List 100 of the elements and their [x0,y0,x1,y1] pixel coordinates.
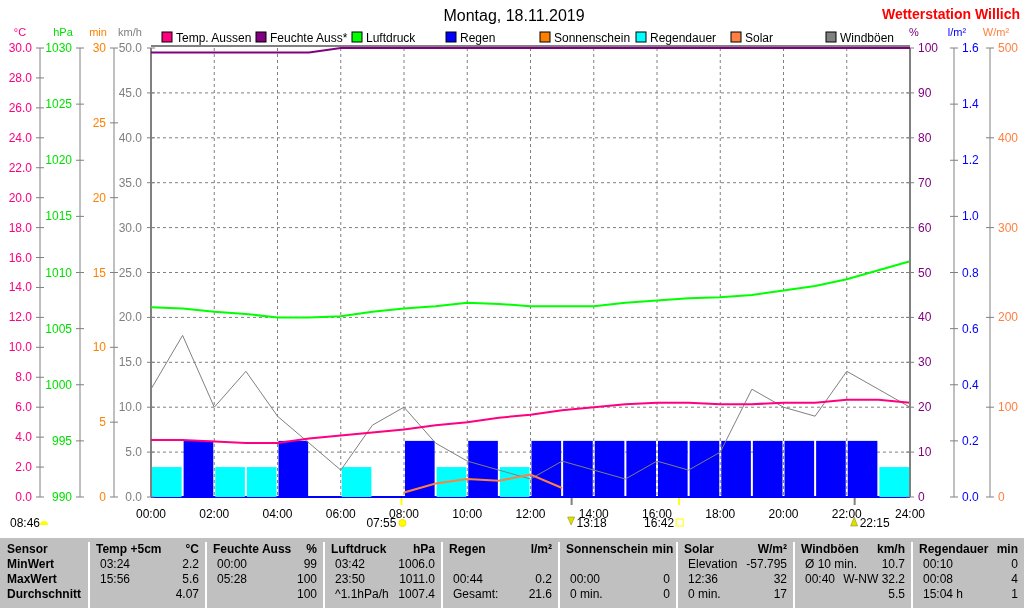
table-cell-text: 00:44 [452,572,484,587]
legend-label: Luftdruck [366,31,416,45]
tick-label: 1010 [45,265,72,280]
legend-label: Windböen [840,31,895,45]
table-cell-text: 0 min. [687,587,721,602]
table-cell-text: ^1.1hPa/h [334,587,389,602]
table-cell-text: 00:40 [804,572,836,587]
tick-label: 26.0 [8,100,32,115]
table-cell: 21.6 [528,587,552,602]
column-header: Regen [449,542,486,557]
table-cell-text: 23:50 [334,572,366,587]
tick-label: 200 [998,310,1019,325]
table-cell: 1 [1011,587,1018,602]
table-cell: 32 [773,572,787,587]
tick-label: 0.4 [962,377,979,392]
column-unit: min [652,542,674,557]
table-cell: 1011.0 [399,572,435,587]
table-cell: 0 [663,587,670,602]
tick-label: 990 [51,490,72,504]
tick-label: 100 [998,400,1019,415]
tick-label: 0.8 [962,265,979,280]
table-cell-text: Gesamt: [452,587,499,602]
tick-label: 25.0 [118,265,142,280]
tick-label: 500 [998,41,1019,55]
column-header: Solar [684,542,714,557]
table-cell-text: 12:36 [687,572,719,587]
tick-label: 18.0 [8,220,32,235]
tick-label: 100 [918,41,939,55]
legend-label: Solar [745,31,773,45]
axis-unit: min [89,26,107,38]
table-cell-text: 00:08 [922,572,954,587]
column-header: Windböen [801,542,859,557]
time-label: 18:00 [705,507,736,521]
table-cell: 4.07 [175,587,199,602]
tick-label: 1.0 [962,209,979,224]
column-unit: l/m² [530,542,552,557]
tick-label: 30.0 [8,41,32,55]
column-unit: W/m² [757,542,787,557]
column-header: Sonnenschein [566,542,648,557]
table-cell: 10.7 [881,557,905,572]
legend-label: Regendauer [650,31,717,45]
table-cell-text: 05:28 [216,572,248,587]
tick-label: 10.0 [8,340,32,355]
table-cell-text: 00:00 [569,572,601,587]
table-cell-text: Elevation [687,557,738,572]
tick-label: 35.0 [118,175,142,190]
tick-label: 1.2 [962,153,979,168]
tick-label: 12.0 [8,310,32,325]
event-time: 08:46 [10,516,41,530]
legend-label: Feuchte Auss* [270,31,348,45]
column-header: Luftdruck [331,542,387,557]
column-unit: hPa [413,542,435,557]
table-cell: 4 [1011,572,1018,587]
legend-label: Temp. Aussen [176,31,252,45]
table-cell-text: 15:04 h [922,587,964,602]
table-cell: 2.2 [182,557,199,572]
tick-label: 1000 [45,377,72,392]
chart-title: Montag, 18.11.2019 [443,7,585,24]
tick-label: 22.0 [8,160,32,175]
column-header: Temp +5cm [96,542,162,557]
table-cell: 0 [1011,557,1018,572]
column-unit: °C [185,542,199,557]
axis-unit: % [909,26,919,38]
table-cell-text: Ø 10 min. [804,557,858,572]
table-cell: 0 [663,572,670,587]
tick-label: 40 [918,310,932,325]
table-cell: -57.795 [746,557,787,572]
time-label: 10:00 [452,507,483,521]
tick-label: 300 [998,220,1019,235]
tick-label: 10 [918,445,932,460]
time-label: 02:00 [199,507,230,521]
station-name: Wetterstation Willich [881,6,1020,22]
axis-unit: °C [13,26,27,38]
tick-label: 70 [918,175,932,190]
tick-label: 6.0 [15,400,32,415]
time-label: 20:00 [768,507,799,521]
time-label: 04:00 [262,507,293,521]
table-cell: 1007.4 [398,587,435,602]
table-cell: 17 [773,587,787,602]
tick-label: 0 [99,490,106,504]
table-cell: 99 [303,557,317,572]
row-label: Durchschnitt [7,587,81,602]
tick-label: 50 [918,265,932,280]
table-cell-text: 15:56 [99,572,131,587]
table-cell: 0.2 [535,572,552,587]
axis-unit: hPa [53,26,73,38]
tick-label: 400 [998,130,1019,145]
table-cell-text: 00:00 [216,557,248,572]
tick-label: 50.0 [118,41,142,55]
row-label: MaxWert [7,572,57,587]
tick-label: 45.0 [118,85,142,100]
time-label: 24:00 [895,507,925,521]
tick-label: 1030 [45,41,72,55]
column-unit: min [996,542,1018,557]
time-label: 00:00 [136,507,166,521]
table-cell: 100 [296,572,317,587]
tick-label: 0.0 [15,490,32,504]
tick-label: 25 [92,115,106,130]
tick-label: 0.0 [962,490,979,504]
table-cell-text: 03:24 [99,557,131,572]
